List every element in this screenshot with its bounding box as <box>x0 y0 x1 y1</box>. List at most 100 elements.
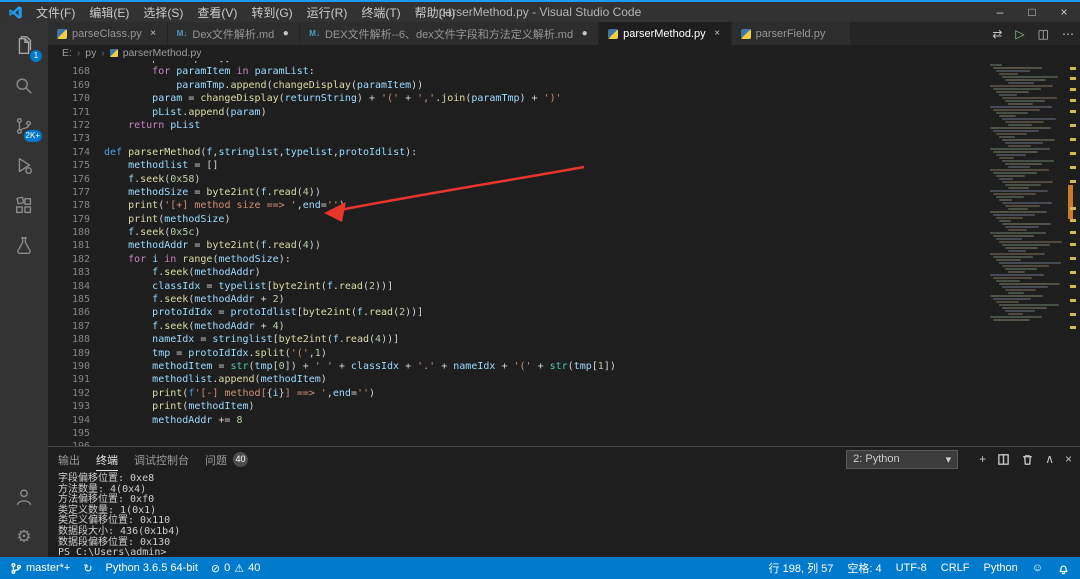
code-line-176[interactable]: 176 f.seek(0x58) <box>48 173 1080 186</box>
gear-icon: ⚙ <box>16 527 32 546</box>
tab-4[interactable]: parserMethod.py × <box>599 22 732 45</box>
close-tab-icon[interactable]: × <box>149 28 158 39</box>
status-bar: master*+ ↻ Python 3.6.5 64-bit ⊘ 0 ⚠ 40 … <box>0 557 1080 579</box>
breadcrumb-file[interactable]: parserMethod.py <box>123 47 202 59</box>
sidebar-item-explorer[interactable]: 1 <box>0 26 48 66</box>
python-interpreter-indicator[interactable]: Python 3.6.5 64-bit <box>106 562 198 574</box>
split-editor-icon[interactable]: ◫ <box>1038 27 1049 41</box>
sidebar-item-testing[interactable] <box>0 226 48 266</box>
code-line-188[interactable]: 188 nameIdx = stringlist[byte2int(f.read… <box>48 333 1080 346</box>
tab-1[interactable]: parseClass.py × <box>48 22 168 45</box>
code-line-171[interactable]: 171 pList.append(param) <box>48 106 1080 119</box>
code-line-191[interactable]: 191 methodlist.append(methodItem) <box>48 373 1080 386</box>
code-line-173[interactable]: 173 <box>48 132 1080 145</box>
problems-indicator[interactable]: ⊘ 0 ⚠ 40 <box>211 562 260 575</box>
code-line-182[interactable]: 182 for i in range(methodSize): <box>48 253 1080 266</box>
window-title: parserMethod.py - Visual Studio Code <box>438 5 642 19</box>
run-debug-icon <box>18 157 33 175</box>
minimize-button[interactable]: – <box>984 2 1016 22</box>
menu-edit[interactable]: 编辑(E) <box>82 4 136 21</box>
maximize-panel-icon[interactable]: ∧ <box>1045 453 1054 465</box>
panel-tab-problems[interactable]: 问题 <box>205 448 227 470</box>
code-line-187[interactable]: 187 f.seek(methodAddr + 4) <box>48 320 1080 333</box>
git-branch-indicator[interactable]: master*+ <box>10 562 70 575</box>
code-line-181[interactable]: 181 methodAddr = byte2int(f.read(4)) <box>48 239 1080 252</box>
activity-bar: 1 2K+ ⚙ <box>0 22 48 557</box>
terminal-picker-dropdown[interactable]: 2: Python ▾ <box>846 449 959 469</box>
notifications-bell-icon[interactable] <box>1057 562 1070 575</box>
code-line-168[interactable]: 168 for paramItem in paramList: <box>48 65 1080 78</box>
code-line-174[interactable]: 174 def parserMethod(f,stringlist,typelis… <box>48 146 1080 159</box>
menu-file[interactable]: 文件(F) <box>29 4 82 21</box>
split-terminal-icon[interactable] <box>997 453 1010 466</box>
code-line-175[interactable]: 175 methodlist = [] <box>48 159 1080 172</box>
breadcrumb-folder[interactable]: py <box>85 47 96 59</box>
language-mode-indicator[interactable]: Python <box>984 562 1018 574</box>
eol-indicator[interactable]: CRLF <box>941 562 970 574</box>
code-line-183[interactable]: 183 f.seek(methodAddr) <box>48 266 1080 279</box>
code-line-190[interactable]: 190 methodItem = str(tmp[0]) + ' ' + cla… <box>48 360 1080 373</box>
feedback-smiley-icon[interactable]: ☺ <box>1032 562 1043 574</box>
panel-tab-output[interactable]: 输出 <box>58 448 80 470</box>
close-button[interactable]: × <box>1048 2 1080 22</box>
search-icon <box>16 78 32 94</box>
tab-3[interactable]: M↓ DEX文件解析--6、dex文件字段和方法定义解析.md ● <box>300 22 600 45</box>
code-line-170[interactable]: 170 param = changeDisplay(returnString) … <box>48 92 1080 105</box>
menu-selection[interactable]: 选择(S) <box>136 4 190 21</box>
account-icon <box>16 489 32 506</box>
sidebar-item-extensions[interactable] <box>0 186 48 226</box>
menu-run[interactable]: 运行(R) <box>300 4 355 21</box>
code-line-192[interactable]: 192 print(f'[-] method[{i}] ==> ',end=''… <box>48 387 1080 400</box>
breadcrumb-drive[interactable]: E: <box>62 47 72 59</box>
editor[interactable]: 167 paramTmp = []168 for paramItem in pa… <box>48 61 1080 446</box>
sidebar-item-search[interactable] <box>0 66 48 106</box>
panel-tab-debug-console[interactable]: 调试控制台 <box>134 448 189 470</box>
code-line-196[interactable]: 196 <box>48 440 1080 446</box>
close-tab-icon[interactable]: × <box>713 28 722 39</box>
code-line-194[interactable]: 194 methodAddr += 8 <box>48 414 1080 427</box>
code-line-189[interactable]: 189 tmp = protoIdIdx.split('(',1) <box>48 347 1080 360</box>
run-python-file-icon[interactable]: ▷ <box>1015 27 1024 41</box>
maximize-button[interactable]: □ <box>1016 2 1048 22</box>
modified-dot: ● <box>581 28 588 39</box>
more-actions-icon[interactable]: ⋯ <box>1062 27 1074 41</box>
tab-2[interactable]: M↓ Dex文件解析.md ● <box>167 22 301 45</box>
encoding-indicator[interactable]: UTF-8 <box>896 562 927 574</box>
code-line-193[interactable]: 193 print(methodItem) <box>48 400 1080 413</box>
tab-label: DEX文件解析--6、dex文件字段和方法定义解析.md <box>324 28 574 41</box>
code-line-178[interactable]: 178 print('[+] method size ==> ',end='') <box>48 199 1080 212</box>
kill-terminal-icon[interactable] <box>1021 453 1034 466</box>
terminal-line: 类定义数量: 1(0x1) <box>58 504 157 516</box>
account-button[interactable] <box>0 477 48 517</box>
code-line-177[interactable]: 177 methodSize = byte2int(f.read(4)) <box>48 186 1080 199</box>
menu-view[interactable]: 查看(V) <box>190 4 244 21</box>
cursor-position-indicator[interactable]: 行 198, 列 57 <box>769 560 834 576</box>
sync-button[interactable]: ↻ <box>83 562 92 575</box>
code-line-179[interactable]: 179 print(methodSize) <box>48 213 1080 226</box>
menu-go[interactable]: 转到(G) <box>244 4 299 21</box>
code-line-180[interactable]: 180 f.seek(0x5c) <box>48 226 1080 239</box>
chevron-right-icon: › <box>101 47 105 59</box>
sidebar-item-source-control[interactable]: 2K+ <box>0 106 48 146</box>
minimap[interactable] <box>990 61 1066 446</box>
vscode-logo-icon <box>8 5 23 20</box>
menu-terminal[interactable]: 终端(T) <box>354 4 407 21</box>
code-line-169[interactable]: 169 paramTmp.append(changeDisplay(paramI… <box>48 79 1080 92</box>
close-panel-icon[interactable]: × <box>1065 453 1072 465</box>
markdown-file-icon: M↓ <box>309 29 320 38</box>
overview-ruler[interactable] <box>1066 61 1080 446</box>
panel-tab-terminal[interactable]: 终端 <box>96 448 118 471</box>
code-line-172[interactable]: 172 return pList <box>48 119 1080 132</box>
new-terminal-icon[interactable]: + <box>979 453 986 465</box>
code-line-184[interactable]: 184 classIdx = typelist[byte2int(f.read(… <box>48 280 1080 293</box>
terminal-output[interactable]: 字段偏移位置: 0xe8 方法数量: 4(0x4) 方法偏移位置: 0xf0 类定义数… <box>48 471 1080 557</box>
open-changes-icon[interactable]: ⇄ <box>992 27 1002 41</box>
tab-5[interactable]: parserField.py <box>731 22 852 45</box>
code-line-185[interactable]: 185 f.seek(methodAddr + 2) <box>48 293 1080 306</box>
git-branch-icon <box>10 562 22 575</box>
indentation-indicator[interactable]: 空格: 4 <box>847 560 881 576</box>
settings-button[interactable]: ⚙ <box>0 517 48 557</box>
code-line-186[interactable]: 186 protoIdIdx = protoIdlist[byte2int(f.… <box>48 306 1080 319</box>
sidebar-item-run-debug[interactable] <box>0 146 48 186</box>
code-line-195[interactable]: 195 <box>48 427 1080 440</box>
